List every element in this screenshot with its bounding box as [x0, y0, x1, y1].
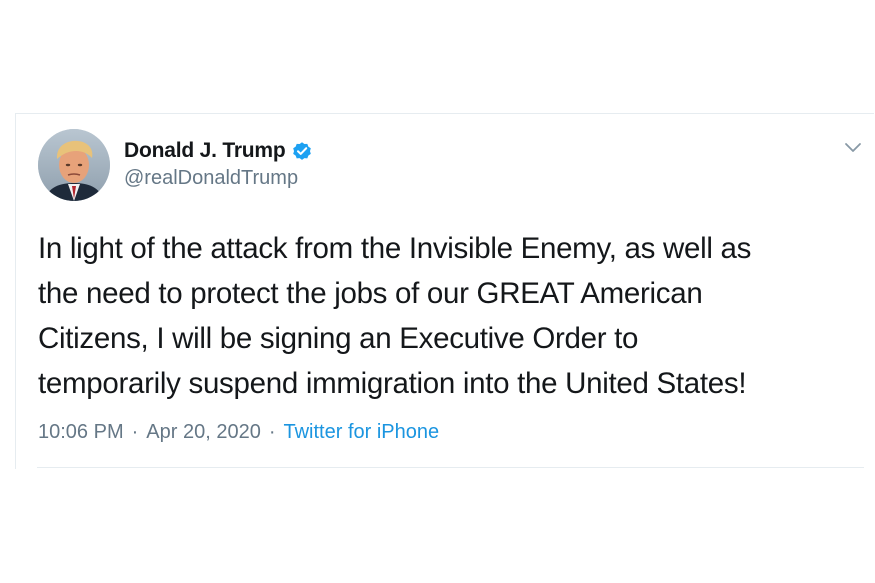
- tweet-date[interactable]: Apr 20, 2020: [146, 421, 261, 444]
- author-name-row[interactable]: Donald J. Trump: [124, 137, 313, 165]
- tweet-text: In light of the attack from the Invisibl…: [38, 232, 752, 400]
- divider: [37, 467, 864, 468]
- user-handle[interactable]: @realDonaldTrump: [124, 167, 298, 190]
- chevron-down-icon[interactable]: [842, 136, 864, 158]
- verified-badge-icon: [291, 140, 313, 162]
- meta-separator: ·: [131, 421, 139, 443]
- meta-separator: ·: [268, 421, 276, 443]
- avatar[interactable]: [38, 129, 110, 201]
- tweet-meta: 10:06 PM · Apr 20, 2020 · Twitter for iP…: [38, 421, 439, 444]
- tweet-source-link[interactable]: Twitter for iPhone: [283, 421, 439, 444]
- tweet-time[interactable]: 10:06 PM: [38, 421, 124, 444]
- display-name[interactable]: Donald J. Trump: [124, 139, 286, 163]
